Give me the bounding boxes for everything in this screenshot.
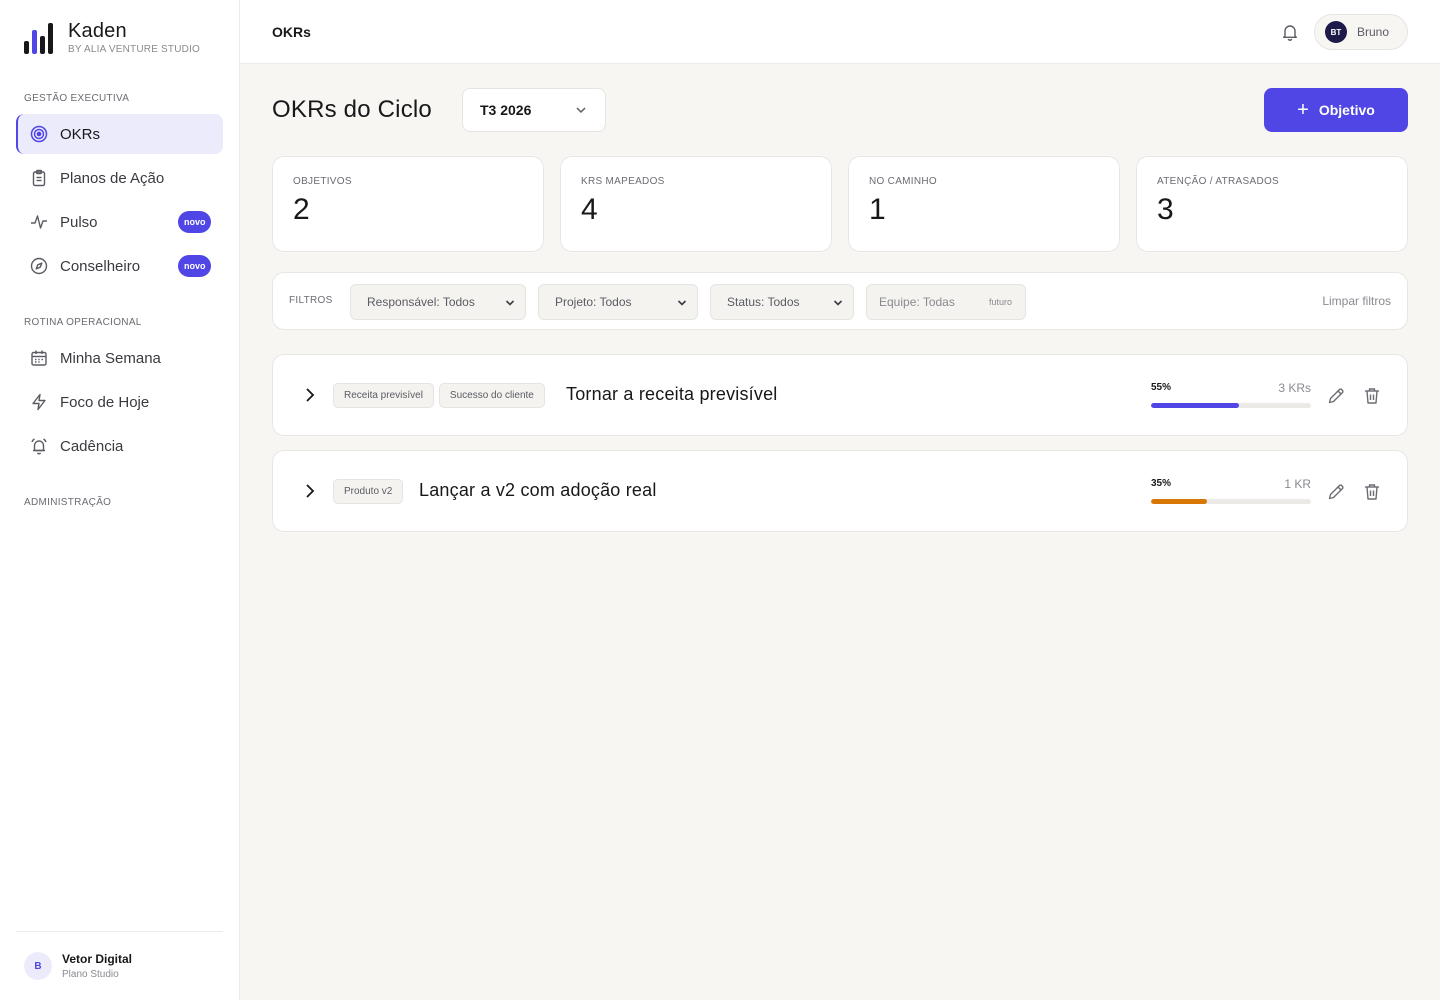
chevron-down-icon (833, 300, 843, 306)
stat-label: KRS MAPEADOS (581, 176, 665, 187)
objective-tags: Receita previsível Sucesso do cliente (333, 383, 545, 408)
add-objective-label: Objetivo (1318, 102, 1375, 118)
add-objective-button[interactable]: + Objetivo (1264, 88, 1408, 132)
stat-value: 3 (1157, 193, 1174, 226)
progress-percent: 35% (1151, 478, 1172, 489)
stat-value: 1 (869, 193, 886, 226)
profile-menu[interactable]: BT Bruno (1314, 14, 1408, 50)
brand[interactable]: Kaden BY ALIA VENTURE STUDIO (24, 20, 200, 55)
sidebar-item-label: Foco de Hoje (60, 393, 150, 411)
kr-count: 3 KRs (1278, 381, 1311, 395)
filter-value: Equipe: Todas (879, 295, 955, 309)
profile-name: Bruno (1357, 25, 1390, 39)
avatar: BT (1325, 21, 1347, 43)
section-label-gestao: GESTÃO EXECUTIVA (24, 93, 130, 104)
page-title: OKRs do Ciclo (272, 96, 432, 123)
sidebar-item-label: OKRs (60, 125, 101, 143)
breadcrumb: OKRs (272, 24, 311, 40)
avatar: B (24, 952, 52, 980)
stat-label: ATENÇÃO / ATRASADOS (1157, 176, 1280, 187)
trash-icon[interactable] (1362, 386, 1382, 406)
stat-card-krs-mapeados: KRS MAPEADOS 4 (560, 156, 832, 252)
project-tag: Receita previsível (333, 383, 434, 408)
sidebar-item-label: Conselheiro (60, 257, 141, 275)
sidebar-item-label: Minha Semana (60, 349, 161, 367)
progress-bar-fill (1151, 499, 1207, 504)
chevron-down-icon (505, 300, 515, 306)
compass-icon (30, 257, 48, 275)
sidebar-item-label: Planos de Ação (60, 169, 165, 187)
clipboard-icon (30, 169, 48, 187)
objective-row[interactable]: Receita previsível Sucesso do cliente To… (272, 354, 1408, 436)
objective-title: Lançar a v2 com adoção real (419, 480, 657, 500)
filter-value: Status: Todos (727, 295, 800, 309)
pencil-icon[interactable] (1326, 482, 1346, 502)
pencil-icon[interactable] (1326, 386, 1346, 406)
trash-icon[interactable] (1362, 482, 1382, 502)
project-tag: Sucesso do cliente (438, 383, 545, 408)
stat-value: 2 (293, 193, 310, 226)
filter-value: Projeto: Todos (555, 295, 632, 309)
sidebar-item-conselheiro[interactable]: Conselheiro novo (16, 246, 223, 286)
filter-value: Responsável: Todos (367, 295, 475, 309)
sidebar-item-planos[interactable]: Planos de Ação (16, 158, 223, 198)
filter-equipe-select: Equipe: Todas futuro (866, 284, 1026, 320)
sidebar-item-label: Cadência (60, 437, 124, 455)
sidebar-item-label: Pulso (60, 213, 98, 231)
stat-value: 4 (581, 193, 598, 226)
project-tag: Produto v2 (333, 479, 404, 504)
stat-card-objetivos: OBJETIVOS 2 (272, 156, 544, 252)
sidebar-item-minha-semana[interactable]: Minha Semana (16, 338, 223, 378)
topbar: OKRs BT Bruno (240, 0, 1440, 64)
chevron-right-icon[interactable] (299, 480, 321, 502)
objective-row[interactable]: Produto v2 Lançar a v2 com adoção real 3… (272, 450, 1408, 532)
pulse-icon (30, 213, 48, 231)
cycle-select-value: T3 2026 (480, 102, 532, 118)
objective-tags: Produto v2 (333, 479, 404, 504)
progress-bar-fill (1151, 403, 1239, 408)
calendar-icon (30, 349, 48, 367)
progress-percent: 55% (1151, 382, 1172, 393)
sidebar: Kaden BY ALIA VENTURE STUDIO GESTÃO EXEC… (0, 0, 240, 1000)
chevron-right-icon[interactable] (299, 384, 321, 406)
chevron-down-icon (576, 107, 586, 114)
filter-projeto-select[interactable]: Projeto: Todos (538, 284, 698, 320)
sidebar-item-cadencia[interactable]: Cadência (16, 426, 223, 466)
stat-card-no-caminho: NO CAMINHO 1 (848, 156, 1120, 252)
filters-label: FILTROS (289, 295, 333, 306)
cycle-select[interactable]: T3 2026 (462, 88, 606, 132)
section-label-rotina: ROTINA OPERACIONAL (24, 317, 142, 328)
user-name: Vetor Digital (62, 952, 133, 966)
stat-card-atencao-atrasados: ATENÇÃO / ATRASADOS 3 (1136, 156, 1408, 252)
brand-logo-icon (24, 21, 57, 54)
objective-title: Tornar a receita previsível (566, 384, 778, 404)
stat-label: OBJETIVOS (293, 176, 352, 187)
section-label-administracao: ADMINISTRAÇÃO (24, 497, 112, 508)
sidebar-item-pulso[interactable]: Pulso novo (16, 202, 223, 242)
user-footer[interactable]: B Vetor Digital Plano Studio (16, 931, 223, 1000)
progress-bar (1151, 499, 1311, 504)
sidebar-item-okrs[interactable]: OKRs (16, 114, 223, 154)
alarm-icon (30, 437, 48, 455)
new-badge: novo (178, 211, 211, 233)
filter-responsavel-select[interactable]: Responsável: Todos (350, 284, 526, 320)
brand-name: Kaden (68, 20, 127, 42)
user-org: Plano Studio (62, 969, 119, 980)
kr-count: 1 KR (1284, 477, 1311, 491)
brand-subtitle: BY ALIA VENTURE STUDIO (68, 44, 201, 55)
new-badge: novo (178, 255, 211, 277)
plus-icon: + (1297, 99, 1309, 121)
sidebar-item-foco-de-hoje[interactable]: Foco de Hoje (16, 382, 223, 422)
target-icon (30, 125, 48, 143)
filters-bar: FILTROS Responsável: Todos Projeto: Todo… (272, 272, 1408, 330)
progress-bar (1151, 403, 1311, 408)
bell-icon[interactable] (1280, 22, 1300, 42)
future-tag: futuro (988, 297, 1012, 307)
filter-status-select[interactable]: Status: Todos (710, 284, 854, 320)
chevron-down-icon (677, 300, 687, 306)
lightning-icon (30, 393, 48, 411)
clear-filters-button[interactable]: Limpar filtros (1322, 294, 1391, 308)
stat-label: NO CAMINHO (869, 176, 937, 187)
